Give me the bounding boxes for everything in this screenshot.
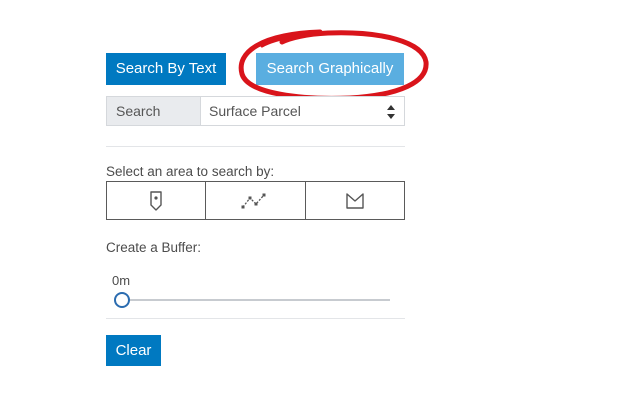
select-area-label: Select an area to search by: bbox=[106, 164, 275, 179]
polygon-tool-button[interactable] bbox=[304, 182, 404, 219]
divider bbox=[106, 146, 405, 147]
search-select-label: Search bbox=[107, 97, 201, 125]
point-tool-button[interactable] bbox=[107, 182, 205, 219]
selected-option-text: Surface Parcel bbox=[209, 103, 301, 119]
search-select-value[interactable]: Surface Parcel bbox=[201, 97, 404, 125]
area-tool-grid bbox=[106, 181, 405, 220]
buffer-label: Create a Buffer: bbox=[106, 240, 202, 255]
buffer-slider-thumb[interactable] bbox=[114, 292, 130, 308]
polyline-icon bbox=[241, 193, 266, 208]
buffer-value: 0m bbox=[112, 273, 131, 288]
search-graphically-button[interactable]: Search Graphically bbox=[256, 53, 404, 85]
polygon-icon bbox=[346, 192, 364, 209]
search-layer-select[interactable]: Search Surface Parcel bbox=[106, 96, 405, 126]
point-marker-icon bbox=[150, 190, 162, 211]
search-by-text-button[interactable]: Search By Text bbox=[106, 53, 226, 85]
divider bbox=[106, 318, 405, 319]
select-arrows-icon bbox=[387, 105, 395, 119]
polyline-tool-button[interactable] bbox=[205, 182, 304, 219]
clear-button[interactable]: Clear bbox=[106, 335, 161, 366]
buffer-slider-track[interactable] bbox=[122, 299, 390, 301]
